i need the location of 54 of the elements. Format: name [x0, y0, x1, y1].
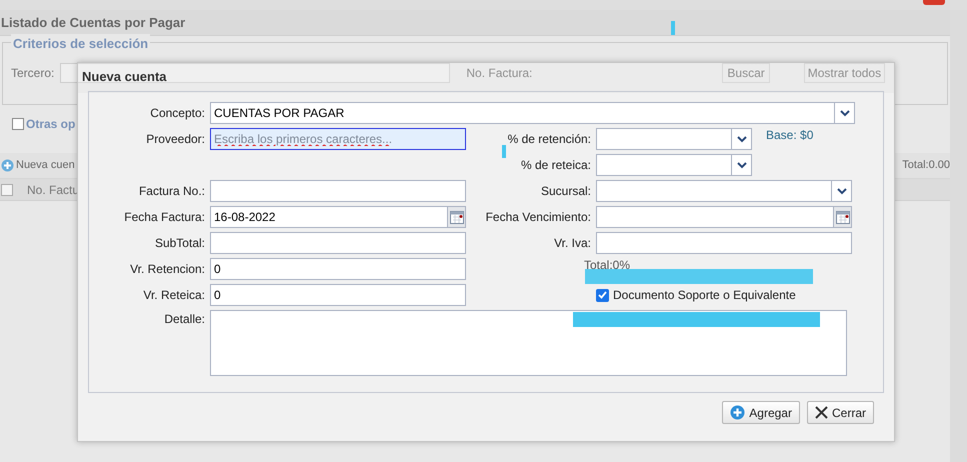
highlight-mark [671, 21, 675, 35]
field-label: Fecha Vencimiento: [486, 209, 591, 226]
field-label: Proveedor: [146, 131, 205, 148]
checkbox[interactable] [12, 118, 24, 130]
plus-icon [730, 405, 746, 420]
select-field[interactable] [596, 180, 852, 202]
plus-icon [1, 159, 14, 172]
add-button[interactable]: Agregar [722, 401, 800, 424]
select-field[interactable] [596, 154, 752, 176]
close-button[interactable]: Cerrar [806, 401, 874, 424]
text-field[interactable] [596, 232, 852, 254]
field-label: Sucursal: [540, 183, 591, 200]
total-text: Total:0.00 [902, 158, 950, 174]
select-field[interactable] [596, 128, 752, 150]
select-field[interactable]: CUENTAS POR PAGAR [210, 102, 855, 124]
text-field[interactable] [210, 232, 466, 254]
field-label: Concepto: [150, 105, 205, 122]
field-label: SubTotal: [154, 235, 205, 252]
chevron-down-icon [840, 110, 850, 116]
checkbox-label: Otras op [26, 116, 76, 133]
new-account-button[interactable]: Nueva cuen [1, 157, 75, 174]
field-label: Detalle: [164, 311, 205, 328]
dialog-title: Nueva cuenta [82, 68, 167, 86]
date-field[interactable] [596, 206, 852, 228]
calendar-icon [450, 210, 464, 224]
checkbox-label: Documento Soporte o Equivalente [613, 287, 796, 304]
total-text: Total:0% [584, 257, 630, 274]
date-field[interactable]: 16-08-2022 [210, 206, 466, 228]
page-header: Listado de Cuentas por Pagar [0, 10, 950, 36]
text-field[interactable]: Escriba los primeros caracteres... [210, 128, 466, 150]
field-label: No. Factura: [466, 65, 532, 82]
field-label: Vr. Reteica: [143, 287, 205, 304]
scrollbar[interactable] [950, 10, 967, 462]
close-icon[interactable] [923, 0, 945, 5]
field-label: Tercero: [11, 65, 54, 82]
base-amount: Base: $0 [766, 127, 814, 144]
text-field[interactable]: 0 [210, 284, 466, 306]
text-field[interactable]: 0 [210, 258, 466, 280]
detail-field[interactable] [210, 310, 847, 376]
text-field[interactable] [210, 180, 466, 202]
checkbox[interactable] [1, 184, 13, 196]
field-label: Vr. Retencion: [130, 261, 205, 278]
field-label: Vr. Iva: [554, 235, 591, 252]
field-label: Factura No.: [138, 183, 205, 200]
field-label: Fecha Factura: [124, 209, 205, 226]
chevron-down-icon [836, 188, 846, 194]
calendar-icon [836, 210, 850, 224]
checkbox[interactable] [596, 288, 609, 302]
highlight-mark [502, 145, 506, 158]
chevron-down-icon [736, 162, 746, 168]
field-label: % de retención: [508, 131, 591, 148]
chevron-down-icon [736, 136, 746, 142]
field-label: % de reteica: [520, 157, 591, 174]
close-icon [814, 406, 828, 419]
